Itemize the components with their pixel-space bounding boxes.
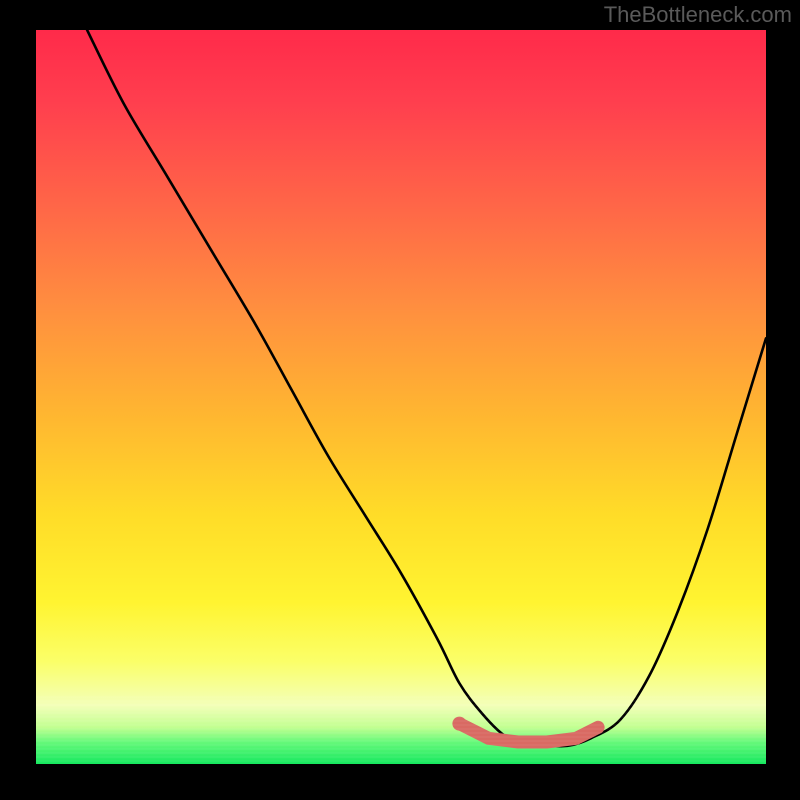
optimal-zone-path — [459, 724, 598, 742]
watermark-text: TheBottleneck.com — [604, 2, 792, 28]
chart-svg — [36, 30, 766, 764]
optimal-zone-marker — [452, 717, 466, 731]
bottleneck-curve-path — [87, 30, 766, 746]
chart-plot-area — [36, 30, 766, 764]
